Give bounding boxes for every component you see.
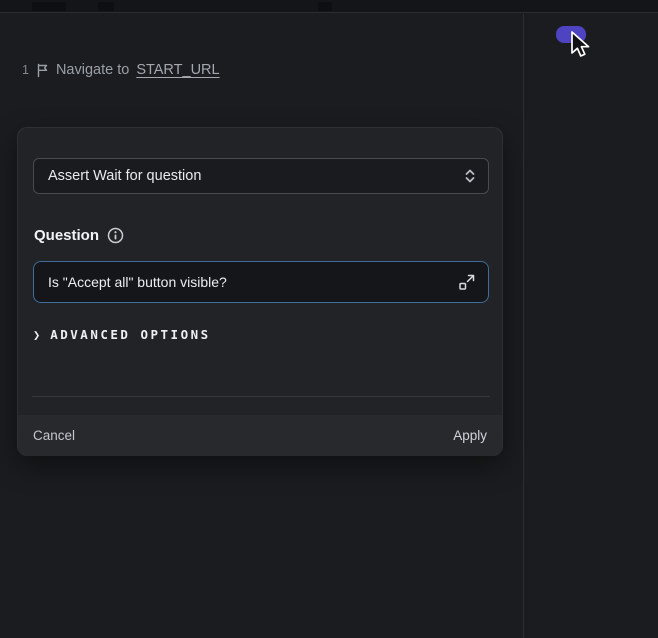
step-row: 1 Navigate to START_URL bbox=[22, 62, 220, 78]
question-label-row: Question bbox=[34, 227, 124, 244]
top-bar bbox=[0, 0, 658, 13]
chevron-up-down-icon bbox=[464, 168, 476, 184]
info-icon[interactable] bbox=[107, 227, 124, 244]
question-input[interactable]: Is "Accept all" button visible? bbox=[33, 261, 489, 303]
chevron-right-icon: ❯ bbox=[33, 328, 40, 342]
topbar-fragment bbox=[32, 2, 66, 11]
action-type-select[interactable]: Assert Wait for question bbox=[33, 158, 489, 194]
question-label: Question bbox=[34, 227, 99, 244]
cancel-button[interactable]: Cancel bbox=[33, 428, 75, 443]
action-type-value: Assert Wait for question bbox=[48, 168, 201, 184]
step-editor-pane: 1 Navigate to START_URL Assert Wait for … bbox=[0, 14, 523, 638]
advanced-options-label: ADVANCED OPTIONS bbox=[50, 327, 210, 342]
topbar-fragment bbox=[318, 2, 332, 11]
start-url-link[interactable]: START_URL bbox=[136, 62, 219, 78]
advanced-options-toggle[interactable]: ❯ ADVANCED OPTIONS bbox=[33, 327, 211, 342]
preview-pane: WI by SU F S ★ bbox=[524, 14, 658, 638]
flag-icon bbox=[36, 63, 49, 78]
topbar-fragment bbox=[98, 2, 114, 11]
dialog-footer: Cancel Apply bbox=[18, 415, 502, 456]
step-action-label: Navigate to bbox=[56, 62, 129, 78]
expand-icon[interactable] bbox=[458, 273, 476, 291]
apply-button[interactable]: Apply bbox=[453, 428, 487, 443]
question-input-value: Is "Accept all" button visible? bbox=[48, 274, 227, 290]
mouse-cursor-icon bbox=[568, 30, 594, 64]
divider bbox=[32, 396, 490, 397]
step-number: 1 bbox=[22, 63, 29, 77]
step-config-dialog: Assert Wait for question Question Is "Ac… bbox=[17, 127, 503, 456]
